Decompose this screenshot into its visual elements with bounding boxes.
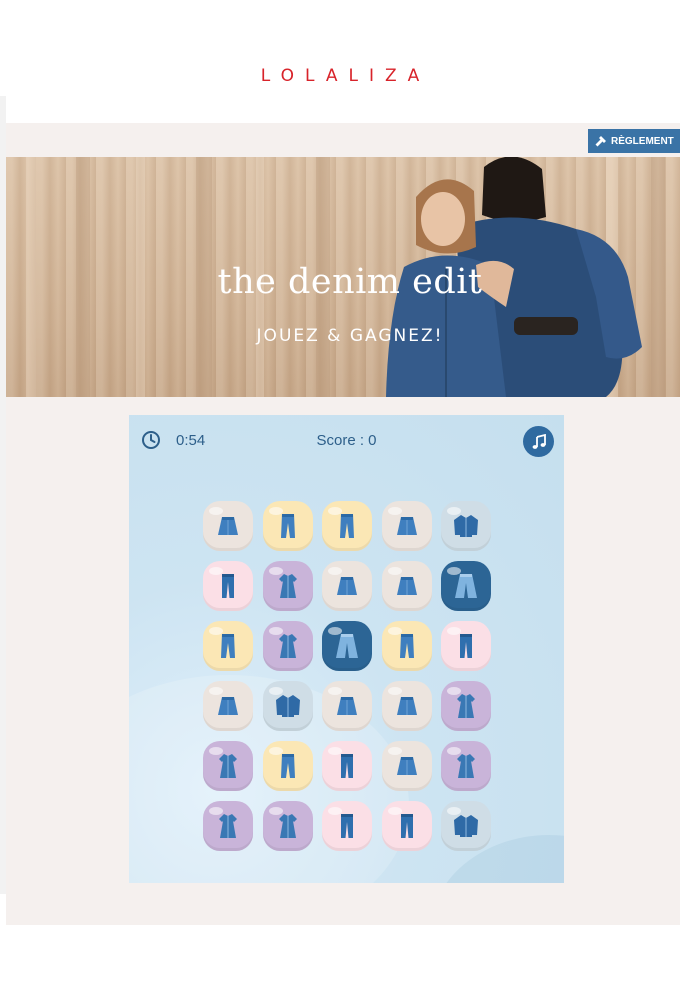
page: LOLALIZA the denim edit JOUEZ & GAGNEZ! … xyxy=(0,0,680,988)
tile-jeans[interactable] xyxy=(203,621,253,671)
tile-dress[interactable] xyxy=(262,621,313,671)
tile-wide-jeans[interactable] xyxy=(441,561,491,611)
tile-jeans[interactable] xyxy=(322,501,372,551)
tile-jacket[interactable] xyxy=(441,801,491,851)
dress-icon xyxy=(278,574,297,598)
tile-jeans[interactable] xyxy=(262,741,313,791)
straight-jeans-icon xyxy=(222,574,234,598)
jeans-icon xyxy=(280,514,295,538)
dress-icon xyxy=(457,694,475,718)
jeans-icon xyxy=(399,634,414,658)
tile-wide-jeans[interactable] xyxy=(322,621,372,671)
rules-button[interactable]: RÈGLEMENT xyxy=(588,129,680,153)
dress-icon xyxy=(219,814,237,838)
wide-jeans-icon xyxy=(455,574,477,598)
game-score: Score : 0 xyxy=(316,432,377,449)
skirt-icon xyxy=(396,517,417,535)
tile-straight-jeans[interactable] xyxy=(203,561,253,611)
hammer-icon xyxy=(595,136,606,147)
tile-straight-jeans[interactable] xyxy=(381,801,432,851)
jacket-icon xyxy=(454,815,478,837)
straight-jeans-icon xyxy=(341,754,353,778)
dress-icon xyxy=(278,634,297,658)
wide-jeans-icon xyxy=(336,634,358,658)
tile-dress[interactable] xyxy=(203,801,253,851)
tile-skirt[interactable] xyxy=(381,741,432,791)
dress-icon xyxy=(457,754,475,778)
tile-skirt[interactable] xyxy=(381,501,432,551)
tile-jacket[interactable] xyxy=(441,501,491,551)
tile-straight-jeans[interactable] xyxy=(322,801,372,851)
tile-jacket[interactable] xyxy=(262,681,313,731)
jacket-icon xyxy=(275,695,300,717)
jeans-icon xyxy=(280,754,295,778)
music-toggle-button[interactable] xyxy=(523,426,554,457)
skirt-icon xyxy=(218,697,238,715)
jeans-icon xyxy=(340,514,354,538)
straight-jeans-icon xyxy=(341,814,353,838)
tile-dress[interactable] xyxy=(203,741,253,791)
straight-jeans-icon xyxy=(400,814,413,838)
music-note-icon xyxy=(532,433,546,449)
tile-skirt[interactable] xyxy=(381,561,432,611)
brand-logo[interactable]: LOLALIZA xyxy=(0,66,680,86)
game-board: 0:54 Score : 0 xyxy=(129,415,564,883)
tile-dress[interactable] xyxy=(262,801,313,851)
skirt-icon xyxy=(337,577,357,595)
hero-title: the denim edit xyxy=(217,262,483,302)
tile-skirt[interactable] xyxy=(203,681,253,731)
tile-straight-jeans[interactable] xyxy=(322,741,372,791)
skirt-icon xyxy=(337,697,357,715)
tile-straight-jeans[interactable] xyxy=(441,621,491,671)
tile-jeans[interactable] xyxy=(262,501,313,551)
tile-skirt[interactable] xyxy=(203,501,253,551)
tile-dress[interactable] xyxy=(262,561,313,611)
skirt-icon xyxy=(396,577,417,595)
tile-skirt[interactable] xyxy=(322,681,372,731)
rules-button-label: RÈGLEMENT xyxy=(611,135,674,147)
jacket-icon xyxy=(454,515,478,537)
skirt-icon xyxy=(218,517,238,535)
tile-dress[interactable] xyxy=(441,741,491,791)
skirt-icon xyxy=(396,757,417,775)
tile-grid xyxy=(203,501,493,861)
tile-dress[interactable] xyxy=(441,681,491,731)
tile-jeans[interactable] xyxy=(381,621,432,671)
straight-jeans-icon xyxy=(460,634,472,658)
dress-icon xyxy=(219,754,237,778)
jeans-icon xyxy=(221,634,235,658)
hero-subtitle: JOUEZ & GAGNEZ! xyxy=(256,326,444,346)
dress-icon xyxy=(278,814,297,838)
tile-skirt[interactable] xyxy=(381,681,432,731)
skirt-icon xyxy=(396,697,417,715)
tile-skirt[interactable] xyxy=(322,561,372,611)
